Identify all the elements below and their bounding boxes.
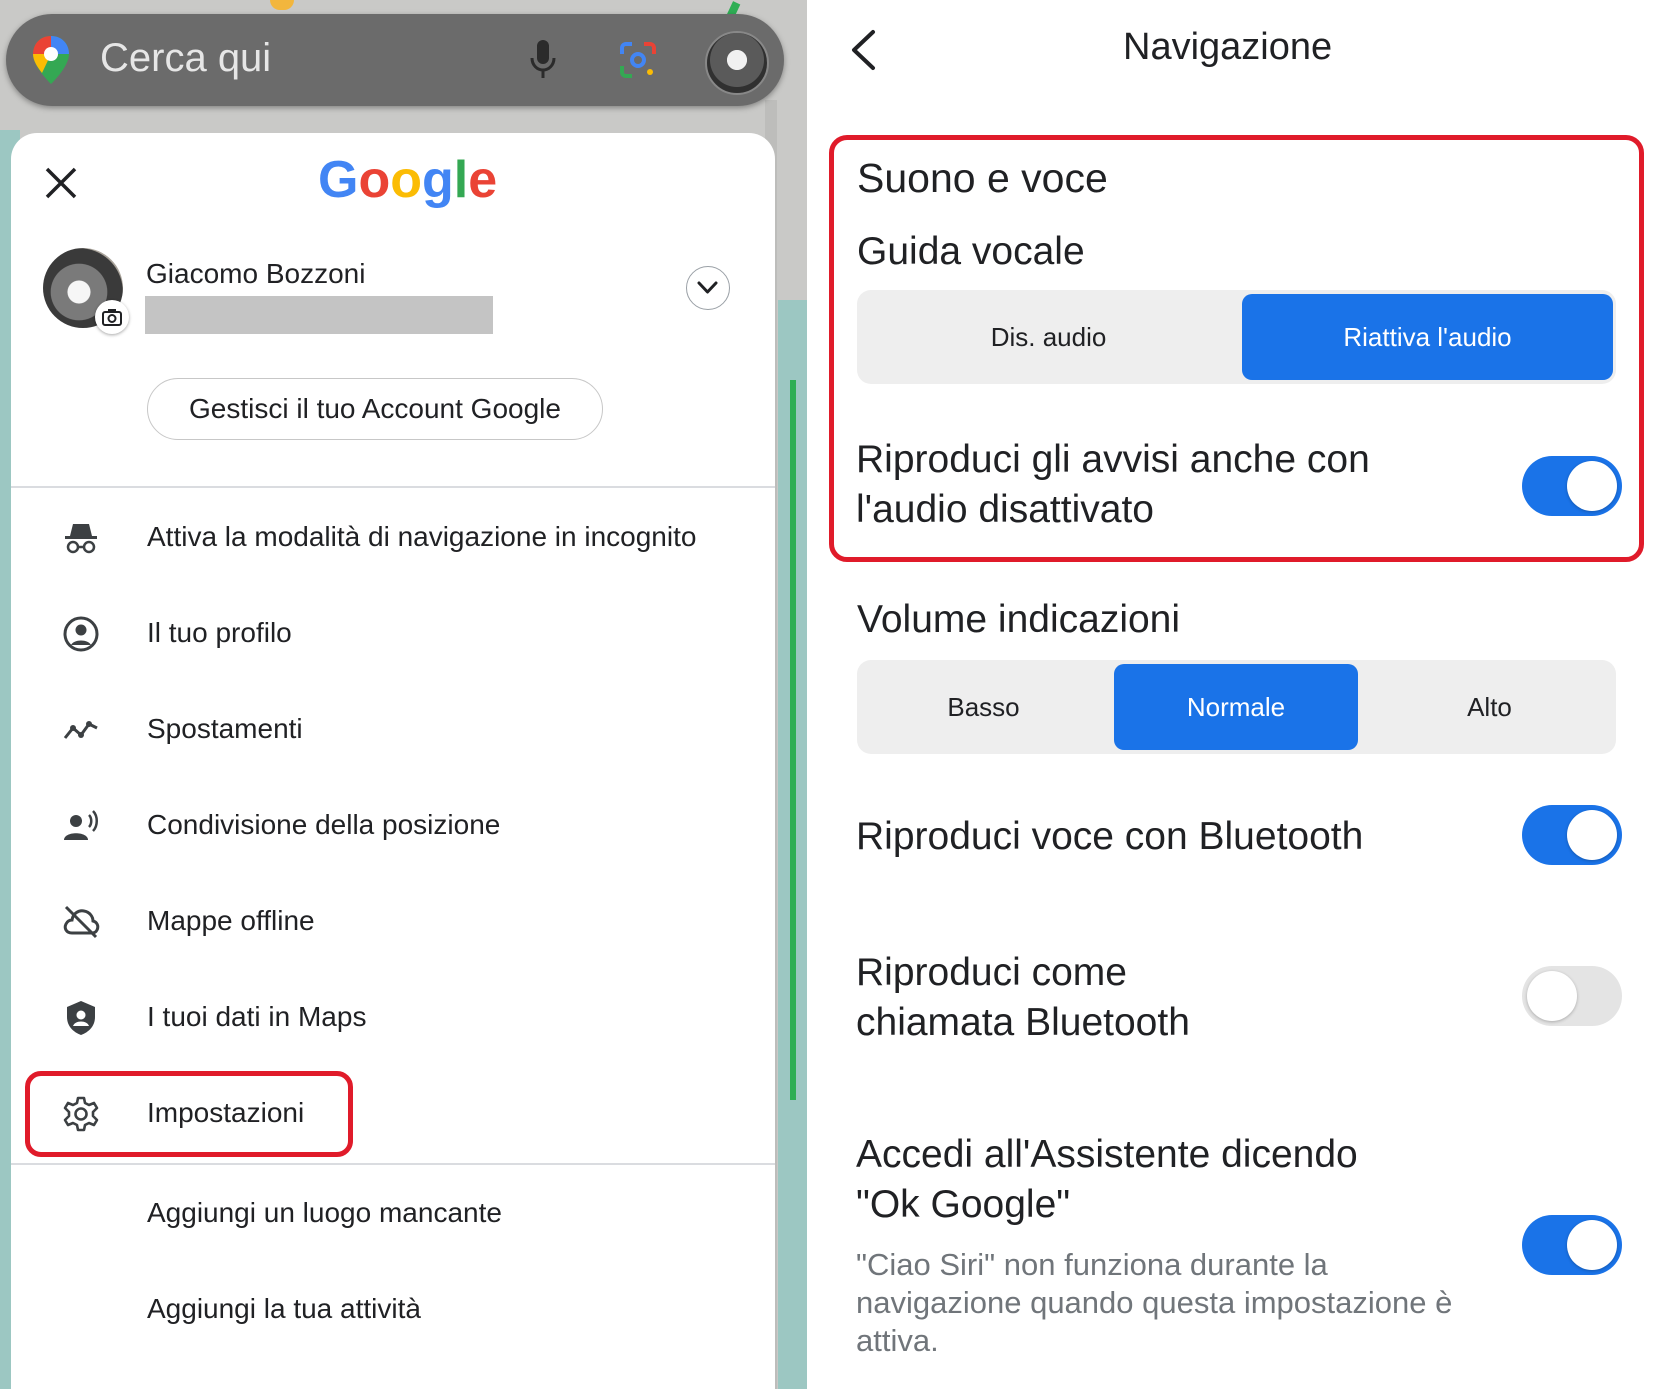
assistant-toggle[interactable] bbox=[1522, 1215, 1622, 1275]
toggle-knob bbox=[1567, 461, 1617, 511]
close-icon[interactable] bbox=[44, 166, 78, 200]
assistant-label: Accedi all'Assistente dicendo "Ok Google… bbox=[856, 1130, 1358, 1230]
toggle-knob bbox=[1567, 810, 1617, 860]
voice-guide-segmented-control: Dis. audio Riattiva l'audio bbox=[857, 290, 1616, 384]
menu-item-profile[interactable]: Il tuo profilo bbox=[11, 585, 775, 681]
assistant-description-line3: attiva. bbox=[856, 1323, 939, 1358]
camera-icon bbox=[102, 309, 122, 326]
bluetooth-call-line1: Riproduci come bbox=[856, 951, 1127, 994]
toggle-knob bbox=[1527, 971, 1577, 1021]
volume-label: Volume indicazioni bbox=[857, 598, 1181, 641]
shield-person-icon bbox=[67, 1001, 95, 1035]
assistant-line2: "Ok Google" bbox=[856, 1183, 1071, 1226]
menu-item-label: Attiva la modalità di navigazione in inc… bbox=[147, 521, 697, 552]
assistant-description-line1: "Ciao Siri" non funziona durante la bbox=[856, 1247, 1328, 1282]
menu-item-label: Spostamenti bbox=[147, 713, 303, 744]
google-lens-icon[interactable] bbox=[618, 40, 658, 80]
divider bbox=[11, 486, 775, 488]
map-marker bbox=[270, 0, 294, 10]
menu-item-label: Aggiungi un luogo mancante bbox=[147, 1197, 502, 1228]
camera-badge[interactable] bbox=[95, 300, 129, 334]
segment-normal[interactable]: Normale bbox=[1114, 664, 1358, 750]
incognito-icon bbox=[65, 524, 97, 554]
menu-item-add-business[interactable]: Aggiungi la tua attività bbox=[11, 1259, 775, 1355]
bluetooth-voice-label: Riproduci voce con Bluetooth bbox=[856, 815, 1364, 858]
account-switch-button[interactable] bbox=[686, 266, 730, 310]
bluetooth-call-line2: chiamata Bluetooth bbox=[856, 1001, 1190, 1044]
map-road bbox=[790, 380, 796, 1100]
menu-item-label: I tuoi dati in Maps bbox=[147, 1001, 367, 1032]
menu-item-add-place[interactable]: Aggiungi un luogo mancante bbox=[11, 1163, 775, 1259]
toggle-knob bbox=[1567, 1220, 1617, 1270]
highlight-settings bbox=[25, 1071, 353, 1157]
segment-unmute[interactable]: Riattiva l'audio bbox=[1242, 294, 1613, 380]
location-sharing-icon bbox=[64, 810, 98, 840]
manage-account-button[interactable]: Gestisci il tuo Account Google bbox=[147, 378, 603, 440]
cloud-off-icon bbox=[63, 905, 100, 939]
profile-icon bbox=[63, 616, 99, 652]
search-input[interactable]: Cerca qui bbox=[100, 36, 271, 81]
segment-mute[interactable]: Dis. audio bbox=[857, 290, 1240, 384]
menu-item-offline-maps[interactable]: Mappe offline bbox=[11, 873, 775, 969]
menu-item-label: Il tuo profilo bbox=[147, 617, 292, 648]
microphone-icon[interactable] bbox=[530, 38, 556, 80]
bluetooth-call-toggle[interactable] bbox=[1522, 966, 1622, 1026]
account-email-redacted bbox=[145, 296, 493, 334]
voice-guide-label: Guida vocale bbox=[857, 230, 1085, 273]
bluetooth-call-label: Riproduci come chiamata Bluetooth bbox=[856, 948, 1190, 1048]
back-arrow-icon[interactable] bbox=[848, 28, 878, 72]
menu-item-incognito[interactable]: Attiva la modalità di navigazione in inc… bbox=[11, 489, 775, 585]
google-logo: Google bbox=[318, 151, 498, 209]
play-alerts-line1: Riproduci gli avvisi anche con bbox=[856, 438, 1370, 481]
menu-item-location-sharing[interactable]: Condivisione della posizione bbox=[11, 777, 775, 873]
section-title-sound: Suono e voce bbox=[857, 155, 1108, 201]
bluetooth-voice-toggle[interactable] bbox=[1522, 805, 1622, 865]
menu-item-your-data[interactable]: I tuoi dati in Maps bbox=[11, 969, 775, 1065]
menu-item-label: Condivisione della posizione bbox=[147, 809, 501, 840]
avatar[interactable] bbox=[705, 31, 769, 95]
menu-item-timeline[interactable]: Spostamenti bbox=[11, 681, 775, 777]
chevron-down-icon bbox=[697, 281, 718, 294]
assistant-description: "Ciao Siri" non funziona durante la navi… bbox=[856, 1246, 1452, 1360]
maps-pin-icon bbox=[33, 36, 69, 84]
segment-low[interactable]: Basso bbox=[857, 660, 1110, 754]
timeline-icon bbox=[63, 721, 98, 739]
assistant-line1: Accedi all'Assistente dicendo bbox=[856, 1133, 1358, 1176]
menu-item-label: Aggiungi la tua attività bbox=[147, 1293, 421, 1324]
play-alerts-toggle[interactable] bbox=[1522, 456, 1622, 516]
play-alerts-line2: l'audio disattivato bbox=[856, 488, 1154, 531]
page-title: Navigazione bbox=[1123, 26, 1333, 68]
play-alerts-label: Riproduci gli avvisi anche con l'audio d… bbox=[856, 435, 1416, 535]
volume-segmented-control: Basso Normale Alto bbox=[857, 660, 1616, 754]
segment-high[interactable]: Alto bbox=[1363, 660, 1616, 754]
menu-item-label: Mappe offline bbox=[147, 905, 315, 936]
account-name: Giacomo Bozzoni bbox=[146, 258, 366, 289]
assistant-description-line2: navigazione quando questa impostazione è bbox=[856, 1285, 1453, 1320]
